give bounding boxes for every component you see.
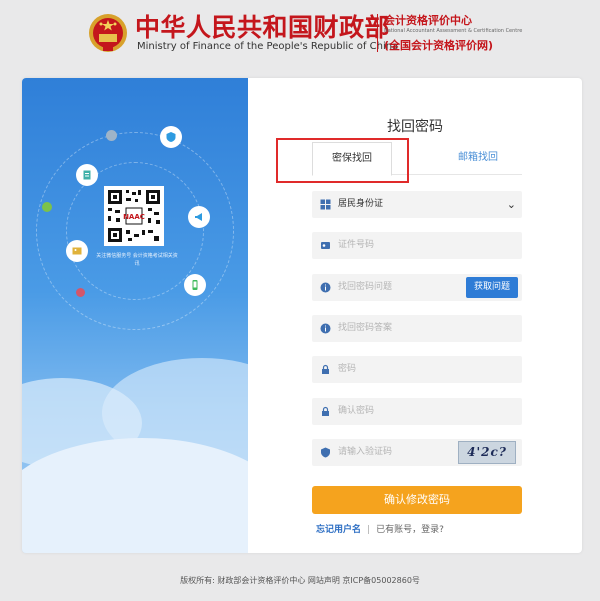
confirm-password-field[interactable]: 确认密码 [312, 398, 522, 425]
info-icon [320, 323, 331, 334]
tab-email[interactable]: 邮箱找回 [442, 142, 514, 174]
id-card-icon [320, 199, 331, 210]
forgot-username-link[interactable]: 忘记用户名 [316, 525, 361, 535]
bottom-links: 忘记用户名 | 已有账号，登录? [316, 522, 444, 535]
security-question-field[interactable]: 找回密码问题 获取问题 [312, 274, 522, 301]
password-placeholder: 密码 [338, 364, 357, 374]
tab-highlight-box [276, 138, 409, 183]
megaphone-icon [188, 206, 210, 228]
info-icon [320, 282, 331, 293]
id-type-value: 居民身份证 [338, 199, 384, 209]
security-question-placeholder: 找回密码问题 [338, 282, 393, 292]
id-number-placeholder: 证件号码 [338, 240, 375, 250]
decor-dot [106, 130, 117, 141]
document-icon [76, 164, 98, 186]
center-title-cn: 会计资格评价中心 [384, 14, 472, 27]
decor-dot [42, 202, 52, 212]
site-name-cn: (全国会计资格评价网) [384, 39, 494, 52]
security-answer-placeholder: 找回密码答案 [338, 323, 393, 333]
wechat-qr-code: NAAC [104, 186, 164, 246]
captcha-image[interactable]: 4'2c? [458, 441, 516, 464]
page-title: 找回密码 [387, 119, 443, 135]
id-badge-icon [321, 242, 330, 249]
mobile-phone-icon [184, 274, 206, 296]
shield-check-icon [321, 447, 330, 458]
site-header: 中华人民共和国财政部 Ministry of Finance of the Pe… [0, 0, 600, 70]
security-answer-field[interactable]: 找回密码答案 [312, 315, 522, 342]
promo-panel: NAAC 关注微信服务号 会计资格考试相关资讯 [22, 78, 248, 553]
national-emblem-logo [89, 14, 127, 52]
ministry-title-cn: 中华人民共和国财政部 [135, 13, 391, 42]
chevron-down-icon: ⌄ [506, 198, 516, 211]
decor-dot [76, 288, 85, 297]
center-title-en: National Accountant Assessment & Certifi… [384, 28, 523, 34]
id-number-field[interactable]: 证件号码 [312, 232, 522, 259]
shield-icon [160, 126, 182, 148]
site-footer: 版权所有: 财政部会计资格评价中心 网站声明 京ICP备05002860号 [180, 576, 420, 585]
login-link[interactable]: 已有账号，登录? [376, 525, 444, 535]
ministry-title-en: Ministry of Finance of the People's Repu… [137, 41, 399, 52]
svg-text:NAAC: NAAC [123, 213, 145, 221]
lock-icon [322, 364, 329, 374]
image-icon [66, 240, 88, 262]
header-divider [377, 14, 378, 52]
confirm-change-password-button[interactable]: 确认修改密码 [312, 486, 522, 514]
lock-icon [322, 406, 329, 416]
link-separator: | [367, 525, 371, 535]
confirm-password-placeholder: 确认密码 [338, 406, 375, 416]
cloud-decoration [22, 438, 248, 553]
get-question-button[interactable]: 获取问题 [466, 277, 518, 298]
password-field[interactable]: 密码 [312, 356, 522, 383]
qr-caption: 关注微信服务号 会计资格考试相关资讯 [96, 253, 178, 267]
captcha-field[interactable]: 请输入验证码 4'2c? [312, 439, 522, 466]
captcha-placeholder: 请输入验证码 [338, 447, 393, 457]
id-type-select[interactable]: 居民身份证 ⌄ [312, 191, 522, 218]
